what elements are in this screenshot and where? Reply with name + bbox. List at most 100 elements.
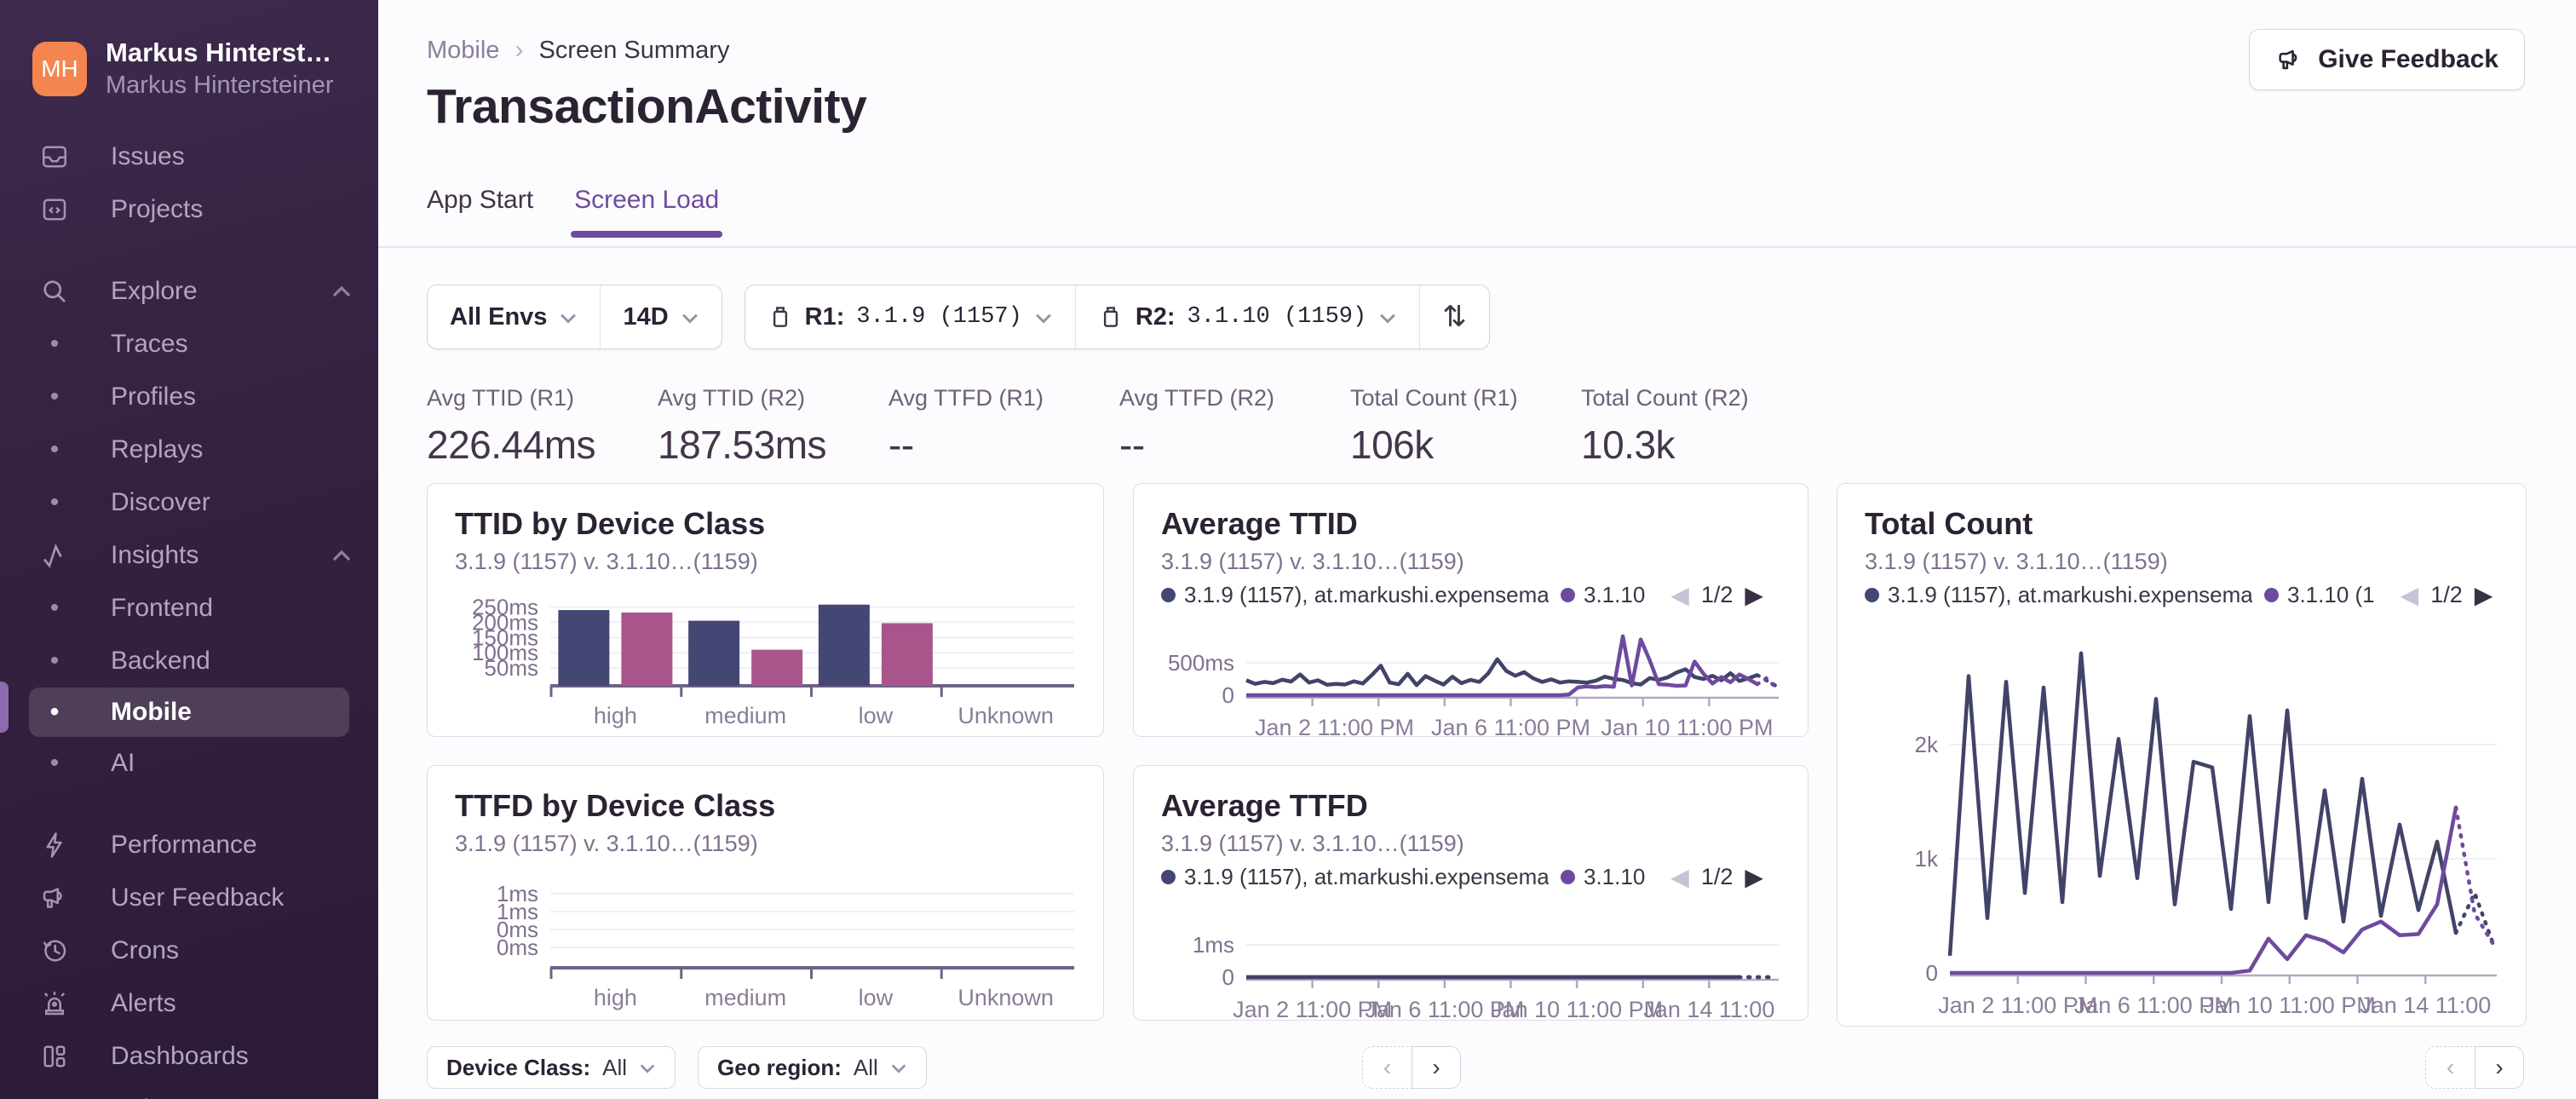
- sidebar-item-backend[interactable]: • Backend: [0, 635, 378, 688]
- siren-icon: [37, 988, 72, 1019]
- chevron-up-icon: [331, 549, 353, 562]
- bullet-icon: •: [49, 488, 60, 516]
- main-content: Mobile › Screen Summary Give Feedback Tr…: [378, 0, 2576, 1099]
- chevron-down-icon: [639, 1063, 656, 1074]
- metric-avg-ttfd-r2: Avg TTFD (R2) --: [1119, 385, 1275, 467]
- svg-text:high: high: [594, 985, 637, 1010]
- sidebar-item-traces[interactable]: • Traces: [0, 318, 378, 371]
- bullet-icon: •: [49, 383, 60, 411]
- insights-pulse-icon: [37, 540, 72, 571]
- svg-text:medium: medium: [704, 985, 786, 1010]
- tab-screen-load[interactable]: Screen Load: [571, 186, 723, 238]
- avatar: MH: [32, 41, 87, 96]
- user-name: Markus Hinterst…: [106, 37, 332, 67]
- projects-icon: [37, 194, 72, 225]
- metrics-row: Avg TTID (R1) 226.44ms Avg TTID (R2) 187…: [427, 385, 1812, 468]
- ttid-device-class-bar-chart[interactable]: 250ms 200ms 150ms 100ms 50ms high medium low Unk…: [455, 585, 1076, 728]
- legend-dot-r1: [1161, 869, 1176, 884]
- megaphone-icon: [37, 883, 72, 913]
- svg-text:Jan 10 11:00 PM: Jan 10 11:00 PM: [1491, 997, 1663, 1021]
- chevron-down-icon: [559, 313, 578, 325]
- tab-app-start[interactable]: App Start: [427, 186, 533, 235]
- geo-region-filter[interactable]: Geo region: All: [698, 1046, 927, 1089]
- swap-releases-button[interactable]: ⇅: [1419, 285, 1488, 348]
- sidebar-item-replays[interactable]: • Replays: [0, 423, 378, 476]
- legend-prev-icon[interactable]: ◀: [2401, 581, 2419, 609]
- sidebar-section-explore[interactable]: Explore: [0, 265, 378, 318]
- svg-text:high: high: [594, 703, 637, 728]
- ttfd-device-class-bar-chart[interactable]: 1ms 1ms 0ms 0ms high medium low Unknown: [455, 867, 1076, 1010]
- pager-prev-button[interactable]: ‹: [2425, 1046, 2475, 1089]
- environment-filter[interactable]: All Envs: [428, 285, 600, 348]
- chart-legend: 3.1.9 (1157), at.markushi.expensemanage …: [1161, 580, 1780, 609]
- svg-text:0ms: 0ms: [497, 935, 538, 960]
- average-ttid-line-chart[interactable]: 500ms 0 Jan 2 11:00 PM Jan 6 11:00 PM Jan 10…: [1161, 619, 1780, 737]
- legend-dot-r2: [1561, 869, 1575, 884]
- card-title: Total Count: [1865, 506, 2033, 541]
- legend-next-icon[interactable]: ▶: [1745, 863, 1763, 891]
- sidebar-item-user-feedback[interactable]: User Feedback: [0, 872, 378, 924]
- chart-legend: 3.1.9 (1157), at.markushi.expensemanage …: [1865, 580, 2498, 609]
- legend-next-icon[interactable]: ▶: [1745, 581, 1763, 609]
- svg-text:Unknown: Unknown: [957, 703, 1054, 728]
- sidebar-item-frontend[interactable]: • Frontend: [0, 582, 378, 635]
- sidebar-item-ai[interactable]: • AI: [0, 737, 378, 790]
- sidebar-item-dashboards[interactable]: Dashboards: [0, 1030, 378, 1083]
- give-feedback-button[interactable]: Give Feedback: [2249, 29, 2525, 90]
- card-subtitle: 3.1.9 (1157) v. 3.1.10…(1159): [1161, 831, 1464, 856]
- card-subtitle: 3.1.9 (1157) v. 3.1.10…(1159): [455, 549, 758, 574]
- device-class-filter[interactable]: Device Class: All: [427, 1046, 676, 1089]
- chevron-down-icon: [890, 1063, 907, 1074]
- metric-total-count-r2: Total Count (R2) 10.3k: [1581, 385, 1749, 467]
- legend-prev-icon[interactable]: ◀: [1670, 581, 1689, 609]
- chevron-right-icon: ›: [515, 36, 524, 64]
- metric-avg-ttid-r1: Avg TTID (R1) 226.44ms: [427, 385, 596, 467]
- filter-bar: All Envs 14D R1: 3.1.9 (1157) R2: 3.1.10…: [427, 285, 1490, 349]
- card-title: Average TTID: [1161, 506, 1358, 541]
- pager-next-button[interactable]: ›: [2475, 1046, 2524, 1089]
- sidebar-item-crons[interactable]: Crons: [0, 924, 378, 977]
- metric-total-count-r1: Total Count (R1) 106k: [1350, 385, 1518, 467]
- legend-next-icon[interactable]: ▶: [2475, 581, 2493, 609]
- layers-icon: [37, 1094, 72, 1099]
- legend-dot-r2: [1561, 587, 1575, 602]
- bottom-filter-bar: Device Class: All Geo region: All: [427, 1046, 927, 1089]
- svg-text:Unknown: Unknown: [957, 985, 1054, 1010]
- legend-prev-icon[interactable]: ◀: [1670, 863, 1689, 891]
- svg-text:500ms: 500ms: [1168, 650, 1234, 676]
- chart-legend: 3.1.9 (1157), at.markushi.expensemanage …: [1161, 862, 1780, 891]
- pager-next-button[interactable]: ›: [1412, 1046, 1461, 1089]
- breadcrumb-screen-summary: Screen Summary: [538, 36, 730, 64]
- total-count-line-chart[interactable]: 2k 1k 0 Jan 2 11:00 PM Jan 6 11:00 PM Jan 10 …: [1865, 619, 2498, 1018]
- average-ttfd-line-chart[interactable]: 1ms 0 Jan 2 11:00 PM Jan 6 11:00 PM Jan 10 1…: [1161, 901, 1780, 1021]
- sidebar-item-projects[interactable]: Projects: [0, 183, 378, 236]
- bullet-icon: •: [49, 435, 60, 463]
- user-menu[interactable]: MH Markus Hinterst… Markus Hintersteiner: [0, 0, 378, 100]
- sidebar-item-performance[interactable]: Performance: [0, 819, 378, 872]
- sidebar-item-alerts[interactable]: Alerts: [0, 977, 378, 1030]
- breadcrumb-mobile[interactable]: Mobile: [427, 37, 499, 65]
- card-average-ttid: Average TTID 3.1.9 (1157) v. 3.1.10…(115…: [1133, 483, 1808, 737]
- sidebar-item-profiles[interactable]: • Profiles: [0, 371, 378, 423]
- total-count-pager: ‹ ›: [2425, 1046, 2524, 1089]
- card-subtitle: 3.1.9 (1157) v. 3.1.10…(1159): [1161, 549, 1464, 574]
- svg-text:Jan 6 11:00 PM: Jan 6 11:00 PM: [1431, 715, 1590, 737]
- sidebar-item-discover[interactable]: • Discover: [0, 476, 378, 529]
- date-range-filter[interactable]: 14D: [600, 285, 721, 348]
- bullet-icon: •: [49, 698, 60, 726]
- metric-avg-ttfd-r1: Avg TTFD (R1) --: [888, 385, 1044, 467]
- pager-prev-button[interactable]: ‹: [1362, 1046, 1412, 1089]
- release-2-selector[interactable]: R2: 3.1.10 (1159): [1074, 285, 1419, 348]
- sidebar-item-mobile[interactable]: • Mobile: [29, 688, 349, 737]
- lightning-icon: [37, 830, 72, 860]
- sidebar-item-releases[interactable]: Releases: [0, 1083, 378, 1099]
- sidebar-item-issues[interactable]: Issues: [0, 130, 378, 183]
- card-ttid-by-device-class: TTID by Device Class 3.1.9 (1157) v. 3.1…: [427, 483, 1104, 737]
- card-ttfd-by-device-class: TTFD by Device Class 3.1.9 (1157) v. 3.1…: [427, 765, 1104, 1021]
- card-total-count: Total Count 3.1.9 (1157) v. 3.1.10…(1159…: [1837, 483, 2527, 1027]
- svg-text:Jan 2 11:00 PM: Jan 2 11:00 PM: [1255, 715, 1414, 737]
- sidebar-section-insights[interactable]: Insights: [0, 529, 378, 582]
- svg-text:0: 0: [1222, 964, 1234, 990]
- metric-avg-ttid-r2: Avg TTID (R2) 187.53ms: [658, 385, 827, 467]
- release-1-selector[interactable]: R1: 3.1.9 (1157): [745, 285, 1075, 348]
